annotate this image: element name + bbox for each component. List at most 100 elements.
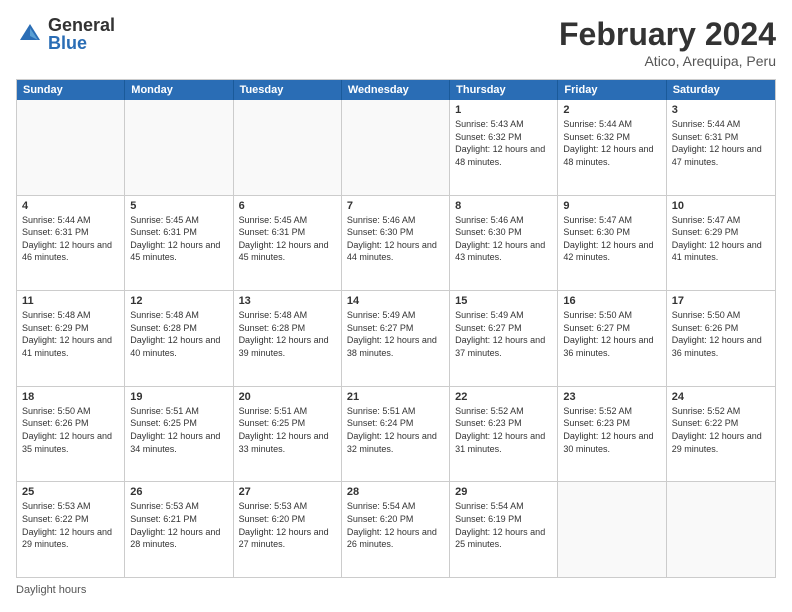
day-number: 1	[455, 104, 552, 116]
day-number: 19	[130, 391, 227, 403]
day-number: 18	[22, 391, 119, 403]
calendar-cell: 27 Sunrise: 5:53 AM Sunset: 6:20 PM Dayli…	[234, 482, 342, 577]
day-number: 3	[672, 104, 770, 116]
cell-detail: Sunrise: 5:44 AM Sunset: 6:31 PM Dayligh…	[672, 118, 770, 168]
day-number: 21	[347, 391, 444, 403]
calendar-cell: 24 Sunrise: 5:52 AM Sunset: 6:22 PM Dayli…	[667, 387, 775, 482]
calendar-cell: 28 Sunrise: 5:54 AM Sunset: 6:20 PM Dayli…	[342, 482, 450, 577]
cell-detail: Sunrise: 5:47 AM Sunset: 6:30 PM Dayligh…	[563, 214, 660, 264]
calendar-body: 1 Sunrise: 5:43 AM Sunset: 6:32 PM Daylig…	[17, 100, 775, 577]
logo-blue: Blue	[48, 34, 115, 52]
calendar-cell: 18Sunrise: 5:50 AM Sunset: 6:26 PM Dayli…	[17, 387, 125, 482]
calendar-cell: 7 Sunrise: 5:46 AM Sunset: 6:30 PM Daylig…	[342, 196, 450, 291]
cell-detail: Sunrise: 5:54 AM Sunset: 6:19 PM Dayligh…	[455, 500, 552, 550]
calendar-cell: 16 Sunrise: 5:50 AM Sunset: 6:27 PM Dayli…	[558, 291, 666, 386]
day-number: 24	[672, 391, 770, 403]
day-number: 28	[347, 486, 444, 498]
logo-general: General	[48, 16, 115, 34]
calendar-cell: 15 Sunrise: 5:49 AM Sunset: 6:27 PM Dayli…	[450, 291, 558, 386]
cell-detail: Sunrise: 5:45 AM Sunset: 6:31 PM Dayligh…	[130, 214, 227, 264]
day-number: 12	[130, 295, 227, 307]
calendar-cell: 25 Sunrise: 5:53 AM Sunset: 6:22 PM Dayli…	[17, 482, 125, 577]
header: General Blue February 2024 Atico, Arequi…	[16, 16, 776, 69]
calendar-header-cell: Wednesday	[342, 80, 450, 100]
day-number: 16	[563, 295, 660, 307]
cell-detail: Sunrise: 5:53 AM Sunset: 6:22 PM Dayligh…	[22, 500, 119, 550]
calendar-row: 25 Sunrise: 5:53 AM Sunset: 6:22 PM Dayli…	[17, 481, 775, 577]
cell-detail: Sunrise: 5:50 AM Sunset: 6:26 PM Dayligh…	[672, 309, 770, 359]
calendar-cell: 17 Sunrise: 5:50 AM Sunset: 6:26 PM Dayli…	[667, 291, 775, 386]
calendar-header-cell: Saturday	[667, 80, 775, 100]
calendar-row: 11 Sunrise: 5:48 AM Sunset: 6:29 PM Dayli…	[17, 290, 775, 386]
cell-detail: Sunrise: 5:48 AM Sunset: 6:29 PM Dayligh…	[22, 309, 119, 359]
calendar-header-cell: Monday	[125, 80, 233, 100]
cell-detail: Sunrise: 5:44 AM Sunset: 6:32 PM Dayligh…	[563, 118, 660, 168]
calendar-cell	[667, 482, 775, 577]
day-number: 22	[455, 391, 552, 403]
calendar: SundayMondayTuesdayWednesdayThursdayFrid…	[16, 79, 776, 578]
cell-detail: Sunrise: 5:54 AM Sunset: 6:20 PM Dayligh…	[347, 500, 444, 550]
day-number: 23	[563, 391, 660, 403]
calendar-cell: 22Sunrise: 5:52 AM Sunset: 6:23 PM Dayli…	[450, 387, 558, 482]
day-number: 7	[347, 200, 444, 212]
cell-detail: Sunrise: 5:49 AM Sunset: 6:27 PM Dayligh…	[347, 309, 444, 359]
calendar-cell	[17, 100, 125, 195]
day-number: 15	[455, 295, 552, 307]
cell-detail: Sunrise: 5:45 AM Sunset: 6:31 PM Dayligh…	[239, 214, 336, 264]
cell-detail: Sunrise: 5:46 AM Sunset: 6:30 PM Dayligh…	[347, 214, 444, 264]
calendar-cell: 21 Sunrise: 5:51 AM Sunset: 6:24 PM Dayli…	[342, 387, 450, 482]
cell-detail: Sunrise: 5:43 AM Sunset: 6:32 PM Dayligh…	[455, 118, 552, 168]
page-subtitle: Atico, Arequipa, Peru	[559, 53, 776, 69]
day-number: 14	[347, 295, 444, 307]
cell-detail: Sunrise: 5:52 AM Sunset: 6:23 PM Dayligh…	[563, 405, 660, 455]
cell-detail: Sunrise: 5:53 AM Sunset: 6:21 PM Dayligh…	[130, 500, 227, 550]
calendar-cell: 13 Sunrise: 5:48 AM Sunset: 6:28 PM Dayli…	[234, 291, 342, 386]
calendar-cell: 8 Sunrise: 5:46 AM Sunset: 6:30 PM Daylig…	[450, 196, 558, 291]
calendar-cell	[558, 482, 666, 577]
calendar-header: SundayMondayTuesdayWednesdayThursdayFrid…	[17, 80, 775, 100]
day-number: 4	[22, 200, 119, 212]
day-number: 8	[455, 200, 552, 212]
calendar-header-cell: Friday	[558, 80, 666, 100]
day-number: 10	[672, 200, 770, 212]
cell-detail: Sunrise: 5:51 AM Sunset: 6:25 PM Dayligh…	[130, 405, 227, 455]
cell-detail: Sunrise: 5:48 AM Sunset: 6:28 PM Dayligh…	[239, 309, 336, 359]
day-number: 25	[22, 486, 119, 498]
cell-detail: Sunrise: 5:44 AM Sunset: 6:31 PM Dayligh…	[22, 214, 119, 264]
footer: Daylight hours	[16, 584, 776, 596]
cell-detail: Sunrise: 5:49 AM Sunset: 6:27 PM Dayligh…	[455, 309, 552, 359]
title-block: February 2024 Atico, Arequipa, Peru	[559, 16, 776, 69]
calendar-cell	[342, 100, 450, 195]
page: General Blue February 2024 Atico, Arequi…	[0, 0, 792, 612]
calendar-row: 4 Sunrise: 5:44 AM Sunset: 6:31 PM Daylig…	[17, 195, 775, 291]
day-number: 26	[130, 486, 227, 498]
calendar-cell: 3 Sunrise: 5:44 AM Sunset: 6:31 PM Daylig…	[667, 100, 775, 195]
daylight-label: Daylight hours	[16, 584, 86, 596]
cell-detail: Sunrise: 5:46 AM Sunset: 6:30 PM Dayligh…	[455, 214, 552, 264]
calendar-cell: 6 Sunrise: 5:45 AM Sunset: 6:31 PM Daylig…	[234, 196, 342, 291]
calendar-cell: 19 Sunrise: 5:51 AM Sunset: 6:25 PM Dayli…	[125, 387, 233, 482]
day-number: 9	[563, 200, 660, 212]
calendar-cell	[125, 100, 233, 195]
calendar-row: 1 Sunrise: 5:43 AM Sunset: 6:32 PM Daylig…	[17, 100, 775, 195]
calendar-header-cell: Tuesday	[234, 80, 342, 100]
cell-detail: Sunrise: 5:50 AM Sunset: 6:27 PM Dayligh…	[563, 309, 660, 359]
cell-detail: Sunrise: 5:47 AM Sunset: 6:29 PM Dayligh…	[672, 214, 770, 264]
day-number: 27	[239, 486, 336, 498]
cell-detail: Sunrise: 5:52 AM Sunset: 6:22 PM Dayligh…	[672, 405, 770, 455]
calendar-header-cell: Thursday	[450, 80, 558, 100]
cell-detail: Sunrise: 5:51 AM Sunset: 6:24 PM Dayligh…	[347, 405, 444, 455]
calendar-cell: 2Sunrise: 5:44 AM Sunset: 6:32 PM Daylig…	[558, 100, 666, 195]
calendar-cell: 29Sunrise: 5:54 AM Sunset: 6:19 PM Dayli…	[450, 482, 558, 577]
day-number: 20	[239, 391, 336, 403]
cell-detail: Sunrise: 5:48 AM Sunset: 6:28 PM Dayligh…	[130, 309, 227, 359]
day-number: 11	[22, 295, 119, 307]
calendar-row: 18Sunrise: 5:50 AM Sunset: 6:26 PM Dayli…	[17, 386, 775, 482]
calendar-header-cell: Sunday	[17, 80, 125, 100]
cell-detail: Sunrise: 5:53 AM Sunset: 6:20 PM Dayligh…	[239, 500, 336, 550]
day-number: 6	[239, 200, 336, 212]
day-number: 17	[672, 295, 770, 307]
calendar-cell: 23 Sunrise: 5:52 AM Sunset: 6:23 PM Dayli…	[558, 387, 666, 482]
calendar-cell: 11 Sunrise: 5:48 AM Sunset: 6:29 PM Dayli…	[17, 291, 125, 386]
day-number: 13	[239, 295, 336, 307]
